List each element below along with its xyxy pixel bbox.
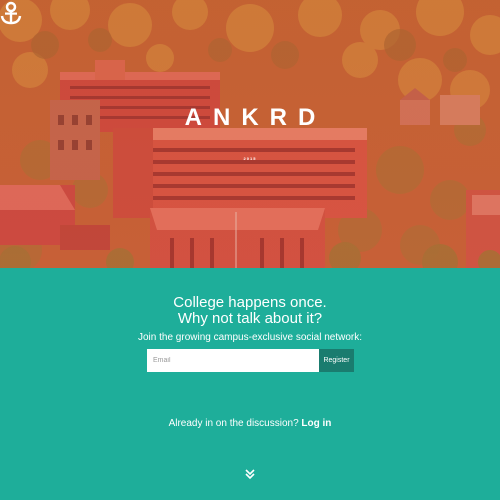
- anchor-icon: [0, 1, 22, 25]
- login-prompt-line: Already in on the discussion? Log in: [0, 418, 500, 429]
- hero-color-overlay: [0, 0, 500, 268]
- login-prompt: Already in on the discussion?: [168, 418, 299, 429]
- login-link[interactable]: Log in: [301, 418, 331, 429]
- double-chevron-down-icon[interactable]: [244, 468, 256, 480]
- headline-line-2: Why not talk about it?: [177, 310, 323, 327]
- headline-line-1: College happens once.: [173, 294, 327, 311]
- email-input[interactable]: [147, 349, 319, 372]
- hero-banner: ANKRD 2015: [0, 0, 500, 268]
- register-button[interactable]: Register: [319, 349, 354, 372]
- logo-year: 2015: [243, 156, 257, 161]
- signup-panel: College happens once. Why not talk about…: [0, 268, 500, 500]
- signup-subline: Join the growing campus-exclusive social…: [138, 332, 362, 343]
- brand-wordmark: ANKRD: [184, 104, 327, 131]
- signup-form: Register: [147, 349, 354, 372]
- headline: College happens once. Why not talk about…: [0, 295, 500, 327]
